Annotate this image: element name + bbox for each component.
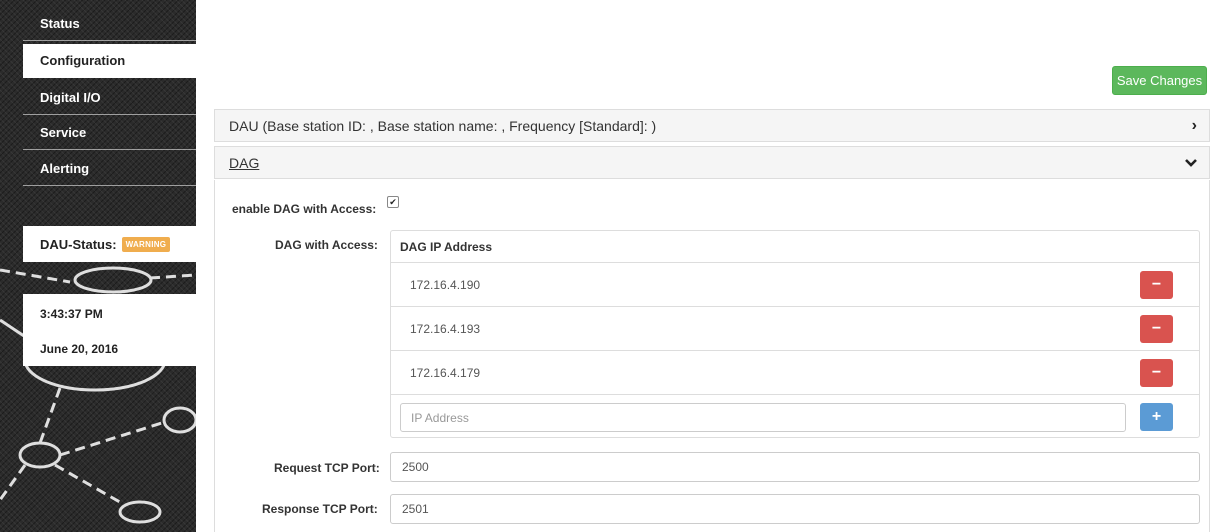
sidebar-item-service[interactable]: Service (23, 116, 196, 150)
chevron-down-icon (1185, 147, 1197, 180)
ip-address-value: 172.16.4.193 (410, 322, 481, 336)
remove-ip-button[interactable]: − (1140, 315, 1173, 343)
remove-ip-button[interactable]: − (1140, 359, 1173, 387)
sidebar-item-label: Status (40, 16, 80, 31)
enable-dag-label: enable DAG with Access: (232, 202, 377, 216)
ip-address-input[interactable] (400, 403, 1126, 432)
table-row-new: + (391, 395, 1199, 439)
dag-access-label: DAG with Access: (275, 238, 378, 252)
dau-panel-heading[interactable]: DAU (Base station ID: , Base station nam… (214, 109, 1210, 142)
table-row: 172.16.4.190 − (391, 263, 1199, 307)
chevron-right-icon: › (1191, 117, 1197, 134)
response-tcp-port-label: Response TCP Port: (262, 502, 378, 516)
current-date: June 20, 2016 (40, 342, 119, 356)
sidebar-item-label: Digital I/O (40, 90, 101, 105)
sidebar-item-label: Configuration (40, 53, 126, 68)
dag-panel-heading[interactable]: DAG (214, 146, 1210, 179)
request-tcp-port-input[interactable] (390, 452, 1200, 482)
ip-address-value: 172.16.4.179 (410, 366, 481, 380)
table-row: 172.16.4.193 − (391, 307, 1199, 351)
sidebar-item-label: Alerting (40, 161, 90, 176)
network-background-graphic (0, 266, 196, 524)
dau-panel-title: DAU (Base station ID: , Base station nam… (229, 118, 657, 134)
remove-ip-button[interactable]: − (1140, 271, 1173, 299)
save-changes-button[interactable]: Save Changes (1112, 66, 1207, 95)
sidebar-item-status[interactable]: Status (23, 7, 196, 41)
dag-ip-table: DAG IP Address 172.16.4.190 − 172.16.4.1… (390, 230, 1200, 438)
enable-dag-checkbox[interactable]: ✔ (387, 196, 399, 208)
sidebar-item-digital-io[interactable]: Digital I/O (23, 81, 196, 115)
dau-status-label: DAU-Status: (40, 236, 117, 252)
ip-address-value: 172.16.4.190 (410, 278, 481, 292)
request-tcp-port-label: Request TCP Port: (274, 461, 380, 475)
response-tcp-port-input[interactable] (390, 494, 1200, 524)
sidebar-item-label: Service (40, 125, 87, 140)
current-time: 3:43:37 PM (40, 307, 103, 321)
sidebar-item-alerting[interactable]: Alerting (23, 152, 196, 186)
clock-box: 3:43:37 PM June 20, 2016 (23, 294, 196, 366)
sidebar: Status Configuration Digital I/O Service… (0, 0, 196, 532)
dau-status: DAU-Status: WARNING (23, 226, 196, 262)
add-ip-button[interactable]: + (1140, 403, 1173, 431)
table-header: DAG IP Address (391, 231, 1199, 263)
dag-panel-title: DAG (229, 155, 260, 171)
table-row: 172.16.4.179 − (391, 351, 1199, 395)
sidebar-item-configuration[interactable]: Configuration (23, 44, 196, 78)
status-badge: WARNING (121, 236, 171, 252)
